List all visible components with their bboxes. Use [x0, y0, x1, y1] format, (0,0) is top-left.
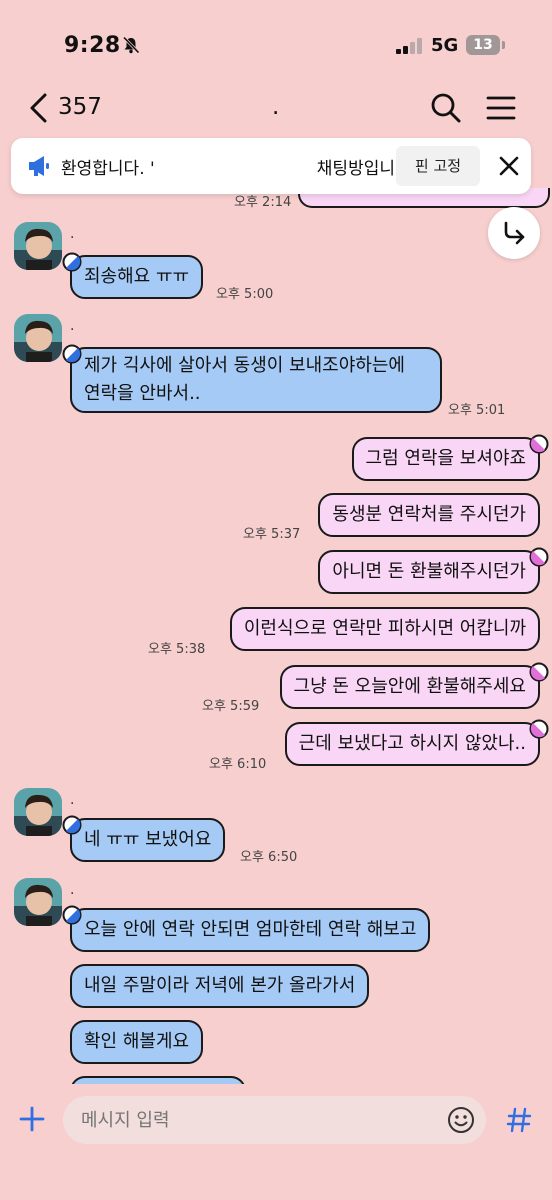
message-time: 오후 5:38 [148, 642, 206, 657]
close-icon[interactable] [496, 153, 522, 179]
profile-photo [14, 222, 62, 270]
message-text: 오늘 안에 연락 안되면 엄마한테 연락 해보고 [84, 919, 417, 940]
profile-photo [14, 788, 62, 836]
return-arrow-icon [504, 221, 525, 245]
message-time: 오후 5:37 [243, 527, 301, 542]
message-bubble-incoming[interactable]: 내일 주말이라 저녁에 본가 올라가서 [70, 964, 370, 1008]
message-input[interactable] [63, 1096, 486, 1144]
pin-button[interactable]: 핀 고정 [396, 146, 480, 186]
bell-muted-icon [122, 36, 140, 54]
message-text: 죄송해요 ㅠㅠ [84, 266, 190, 287]
pill-badge-icon [62, 344, 82, 364]
back-chevron-icon[interactable] [28, 92, 50, 124]
sender-name: . [70, 882, 75, 898]
message-text: 이런식으로 연락만 피하시면 어캅니까 [243, 618, 526, 639]
pill-badge-icon [62, 252, 82, 272]
message-time: 오후 5:00 [216, 287, 274, 302]
battery-tip [502, 41, 505, 49]
room-title: . [272, 94, 280, 120]
avatar[interactable] [14, 314, 62, 362]
pill-badge-icon [529, 547, 549, 567]
message-bubble-outgoing[interactable]: 그럼 연락을 보셔야죠 [351, 437, 540, 481]
message-text-line: 연락을 안바서.. [84, 383, 201, 404]
signal-icon [396, 38, 422, 54]
avatar[interactable] [14, 788, 62, 836]
message-text: 근데 보냈다고 하시지 않았나.. [298, 733, 526, 754]
message-bubble-outgoing[interactable]: 그냥 돈 오늘안에 환불해주세요 [279, 665, 540, 709]
notice-banner[interactable]: 환영합니다. ' 채팅방입니다. 핀 고정 [11, 138, 531, 194]
pill-badge-icon [529, 719, 549, 739]
message-text-line: 제가 긱사에 살아서 동생이 보내조야하는에 [84, 355, 405, 376]
profile-photo [14, 314, 62, 362]
profile-photo [14, 878, 62, 926]
menu-icon[interactable] [486, 95, 516, 121]
message-bubble-outgoing[interactable]: 동생분 연락처를 주시던가 [318, 493, 540, 537]
message-text: 아니면 돈 환불해주시던가 [332, 561, 526, 582]
message-bubble-outgoing[interactable]: 이런식으로 연락만 피하시면 어캅니까 [229, 607, 540, 651]
message-text: 내일 주말이라 저녁에 본가 올라가서 [84, 975, 356, 996]
status-time: 9:28 [64, 33, 121, 58]
sender-name: . [70, 318, 75, 334]
message-time: 오후 6:10 [209, 757, 267, 772]
message-time: 오후 5:59 [202, 699, 260, 714]
hashtag-icon[interactable] [506, 1106, 532, 1134]
message-bubble-incoming[interactable]: 죄송해요 ㅠㅠ [70, 255, 204, 299]
message-time: 오후 5:01 [448, 403, 506, 418]
plus-icon[interactable] [18, 1105, 46, 1133]
network-type: 5G [431, 35, 459, 56]
avatar[interactable] [14, 878, 62, 926]
sender-name: . [70, 226, 75, 242]
message-time: 오후 6:50 [240, 850, 298, 865]
message-bubble-incoming[interactable]: 제가 긱사에 살아서 동생이 보내조야하는에 연락을 안바서.. [70, 347, 442, 413]
message-bubble-incoming[interactable]: 오늘 안에 연락 안되면 엄마한테 연락 해보고 [70, 908, 431, 952]
megaphone-icon [29, 156, 49, 176]
member-count: 357 [58, 94, 102, 120]
avatar[interactable] [14, 222, 62, 270]
pill-badge-icon [62, 815, 82, 835]
message-text: 네 ㅠㅠ 보냈어요 [84, 829, 212, 850]
message-text: 그럼 연락을 보셔야죠 [365, 448, 526, 469]
scroll-to-latest-button[interactable] [488, 207, 540, 259]
pill-badge-icon [529, 662, 549, 682]
message-bubble-outgoing[interactable]: 근데 보냈다고 하시지 않았나.. [284, 722, 540, 766]
message-bubble-incoming[interactable]: 네 ㅠㅠ 보냈어요 [70, 818, 226, 862]
battery-level: 13 [466, 35, 500, 55]
message-text: 그냥 돈 오늘안에 환불해주세요 [293, 676, 526, 697]
notice-text: 환영합니다. ' 채팅방입니다. [61, 159, 417, 179]
pill-badge-icon [62, 905, 82, 925]
search-icon[interactable] [430, 92, 462, 124]
sender-name: . [70, 792, 75, 808]
message-bubble-incoming[interactable]: 확인 해볼게요 [70, 1020, 204, 1064]
pill-badge-icon [529, 434, 549, 454]
message-text: 확인 해볼게요 [84, 1031, 190, 1052]
emoji-icon[interactable] [447, 1106, 475, 1134]
message-text: 동생분 연락처를 주시던가 [332, 504, 526, 525]
message-bubble-outgoing[interactable]: 아니면 돈 환불해주시던가 [318, 550, 540, 594]
